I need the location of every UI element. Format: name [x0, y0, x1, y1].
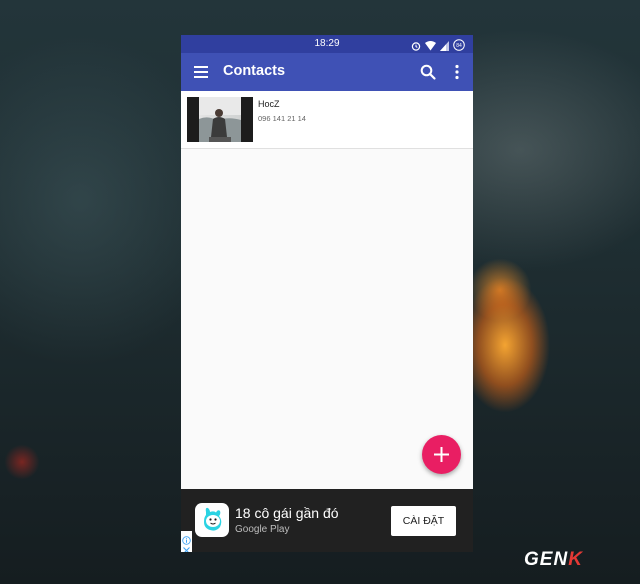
battery-level: 84: [456, 43, 462, 49]
search-icon[interactable]: [419, 63, 437, 81]
contact-row[interactable]: HocZ 096 141 21 14: [181, 91, 473, 149]
ad-title: 18 cô gái gần đó: [235, 505, 339, 521]
genk-watermark: GENK: [524, 549, 583, 571]
watermark-prefix: GEN: [524, 549, 569, 570]
contact-phone: 096 141 21 14: [258, 114, 306, 123]
ad-install-button[interactable]: CÀI ĐẶT: [391, 506, 456, 536]
watermark-suffix: K: [568, 549, 583, 570]
page-title: Contacts: [223, 63, 286, 79]
ad-source-play: Play: [267, 524, 290, 535]
contact-photo: [187, 97, 253, 142]
ad-banner: 18 cô gái gần đó Google Play CÀI ĐẶT: [181, 489, 473, 552]
menu-icon[interactable]: [193, 65, 209, 79]
ad-app-logo[interactable]: [195, 503, 229, 537]
ad-source-google: Google: [235, 524, 268, 535]
more-vert-icon[interactable]: [449, 63, 465, 81]
add-contact-button[interactable]: [422, 435, 461, 474]
contact-name: HocZ: [258, 99, 280, 109]
phone-screen: 18:29 84 Contacts HocZ 096 141 21 14 18 …: [181, 35, 473, 552]
app-bar: Contacts: [181, 53, 473, 91]
contact-list: HocZ 096 141 21 14: [181, 91, 473, 149]
ad-close-icon[interactable]: [182, 542, 191, 552]
add-icon: [433, 446, 450, 463]
ad-choices: [181, 531, 192, 552]
ad-source: Google Play: [235, 524, 289, 535]
status-bar: 18:29 84: [181, 35, 473, 53]
